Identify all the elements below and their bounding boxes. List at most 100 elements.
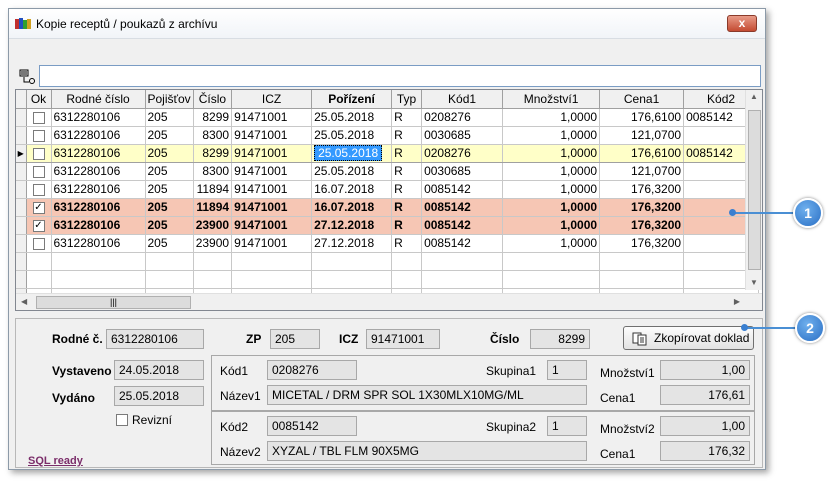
cell-typ[interactable]: R bbox=[391, 108, 423, 127]
cell-icz[interactable]: 91471001 bbox=[231, 108, 313, 127]
close-button[interactable]: x bbox=[727, 15, 757, 32]
row-indicator[interactable] bbox=[16, 198, 27, 217]
cell-typ[interactable]: R bbox=[391, 180, 423, 199]
row-ok-checkbox[interactable] bbox=[32, 129, 45, 142]
row-ok-cell[interactable]: ✓ bbox=[26, 198, 52, 217]
cell-por[interactable]: 16.07.2018 bbox=[311, 198, 393, 217]
cell-typ[interactable]: R bbox=[391, 162, 423, 181]
cell-rc[interactable]: 6312280106 bbox=[51, 180, 146, 199]
row-ok-cell[interactable] bbox=[26, 126, 52, 145]
col-header-pojistovna[interactable]: Pojišťov bbox=[145, 90, 194, 109]
cell-poj[interactable]: 205 bbox=[145, 126, 194, 145]
table-row[interactable]: 6312280106 205 8300 91471001 25.05.2018 R 0030… bbox=[16, 162, 760, 181]
cell-mn1[interactable]: 1,0000 bbox=[502, 126, 601, 145]
cell-poj[interactable]: 205 bbox=[145, 180, 194, 199]
row-ok-checkbox[interactable]: ✓ bbox=[32, 201, 45, 214]
selected-cell-value[interactable]: 25.05.2018 bbox=[314, 145, 383, 161]
cell-cislo[interactable]: 23900 bbox=[193, 216, 233, 235]
row-indicator[interactable] bbox=[16, 108, 27, 127]
col-header-mnozstvi1[interactable]: Množství1 bbox=[502, 90, 601, 109]
revizni-checkbox[interactable] bbox=[116, 414, 128, 426]
table-row[interactable]: ✓ 6312280106 205 23900 91471001 27.12.2018 R 00… bbox=[16, 216, 760, 235]
cell-cislo[interactable]: 11894 bbox=[193, 198, 233, 217]
scroll-left-icon[interactable]: ◀ bbox=[21, 297, 27, 306]
cell-mn1[interactable]: 1,0000 bbox=[502, 198, 601, 217]
cell-por[interactable]: 27.12.2018 bbox=[311, 234, 393, 253]
row-indicator[interactable] bbox=[16, 162, 27, 181]
cell-mn1[interactable]: 1,0000 bbox=[502, 143, 601, 163]
cell-por[interactable]: 25.05.2018 bbox=[311, 143, 393, 163]
cell-icz[interactable]: 91471001 bbox=[231, 143, 313, 163]
cell-cena1[interactable]: 176,3200 bbox=[599, 180, 685, 199]
cell-por[interactable]: 27.12.2018 bbox=[311, 216, 393, 235]
sql-status-link[interactable]: SQL ready bbox=[28, 455, 83, 467]
cell-typ[interactable]: R bbox=[391, 198, 423, 217]
table-row[interactable]: 6312280106 205 23900 91471001 27.12.2018 R 008… bbox=[16, 234, 760, 253]
cell-cislo[interactable]: 23900 bbox=[193, 234, 233, 253]
row-ok-checkbox[interactable]: ✓ bbox=[32, 219, 45, 232]
row-indicator[interactable] bbox=[16, 234, 27, 253]
row-ok-cell[interactable] bbox=[26, 108, 52, 127]
cell-mn1[interactable]: 1,0000 bbox=[502, 108, 601, 127]
row-ok-checkbox[interactable] bbox=[32, 237, 45, 250]
row-indicator[interactable]: ▶ bbox=[16, 143, 27, 163]
table-row[interactable]: 6312280106 205 8299 91471001 25.05.2018 R 0208… bbox=[16, 108, 760, 127]
scroll-down-icon[interactable]: ▼ bbox=[750, 278, 758, 287]
col-header-typ[interactable]: Typ bbox=[391, 90, 423, 109]
row-ok-cell[interactable] bbox=[26, 180, 52, 199]
cell-typ[interactable]: R bbox=[391, 126, 423, 145]
cell-poj[interactable]: 205 bbox=[145, 198, 194, 217]
table-row[interactable]: ▶ 6312280106 205 8299 91471001 25.05.2018 R 020… bbox=[16, 143, 760, 163]
cell-cena1[interactable]: 121,0700 bbox=[599, 126, 685, 145]
cell-poj[interactable]: 205 bbox=[145, 108, 194, 127]
cell-por[interactable]: 25.05.2018 bbox=[311, 162, 393, 181]
row-ok-checkbox[interactable] bbox=[32, 183, 45, 196]
cell-typ[interactable]: R bbox=[391, 143, 423, 163]
scroll-right-icon[interactable]: ▶ bbox=[734, 297, 740, 306]
cell-poj[interactable]: 205 bbox=[145, 234, 194, 253]
row-indicator[interactable] bbox=[16, 216, 27, 235]
row-ok-cell[interactable] bbox=[26, 162, 52, 181]
table-row[interactable]: 6312280106 205 11894 91471001 16.07.2018 R 008… bbox=[16, 180, 760, 199]
vertical-scroll-thumb[interactable] bbox=[748, 110, 761, 270]
cell-poj[interactable]: 205 bbox=[145, 143, 194, 163]
cell-icz[interactable]: 91471001 bbox=[231, 162, 313, 181]
filter-input[interactable] bbox=[39, 65, 761, 87]
cell-icz[interactable]: 91471001 bbox=[231, 198, 313, 217]
cell-rc[interactable]: 6312280106 bbox=[51, 162, 146, 181]
cell-rc[interactable]: 6312280106 bbox=[51, 198, 146, 217]
row-ok-cell[interactable] bbox=[26, 143, 52, 163]
cell-cislo[interactable]: 8300 bbox=[193, 162, 233, 181]
cell-kod1[interactable]: 0085142 bbox=[421, 180, 504, 199]
filter-icon[interactable] bbox=[19, 69, 39, 87]
horizontal-scrollbar[interactable]: ◀ ||| ▶ bbox=[16, 293, 762, 310]
cell-cena1[interactable]: 176,3200 bbox=[599, 234, 685, 253]
cell-kod1[interactable]: 0208276 bbox=[421, 108, 504, 127]
cell-rc[interactable]: 6312280106 bbox=[51, 216, 146, 235]
cell-icz[interactable]: 91471001 bbox=[231, 234, 313, 253]
cell-kod1[interactable]: 0030685 bbox=[421, 162, 504, 181]
copy-document-button[interactable]: Zkopírovat doklad bbox=[623, 326, 754, 350]
cell-cislo[interactable]: 8300 bbox=[193, 126, 233, 145]
table-row[interactable]: 6312280106 205 8300 91471001 25.05.2018 R 0030… bbox=[16, 126, 760, 145]
cell-mn1[interactable]: 1,0000 bbox=[502, 162, 601, 181]
cell-kod1[interactable]: 0085142 bbox=[421, 234, 504, 253]
cell-cislo[interactable]: 11894 bbox=[193, 180, 233, 199]
cell-rc[interactable]: 6312280106 bbox=[51, 126, 146, 145]
cell-kod1[interactable]: 0085142 bbox=[421, 198, 504, 217]
cell-cena1[interactable]: 121,0700 bbox=[599, 162, 685, 181]
cell-poj[interactable]: 205 bbox=[145, 216, 194, 235]
cell-poj[interactable]: 205 bbox=[145, 162, 194, 181]
cell-icz[interactable]: 91471001 bbox=[231, 126, 313, 145]
cell-rc[interactable]: 6312280106 bbox=[51, 108, 146, 127]
cell-kod1[interactable]: 0208276 bbox=[421, 143, 504, 163]
col-header-cena1[interactable]: Cena1 bbox=[599, 90, 685, 109]
cell-cena1[interactable]: 176,6100 bbox=[599, 143, 685, 163]
col-header-icz[interactable]: ICZ bbox=[231, 90, 313, 109]
vertical-scrollbar[interactable]: ▲ ▼ bbox=[745, 90, 762, 290]
col-header-cislo[interactable]: Číslo bbox=[193, 90, 233, 109]
horizontal-scroll-thumb[interactable]: ||| bbox=[36, 296, 191, 309]
cell-cislo[interactable]: 8299 bbox=[193, 108, 233, 127]
col-header-porizeni[interactable]: Pořízení bbox=[311, 90, 393, 109]
cell-cena1[interactable]: 176,6100 bbox=[599, 108, 685, 127]
